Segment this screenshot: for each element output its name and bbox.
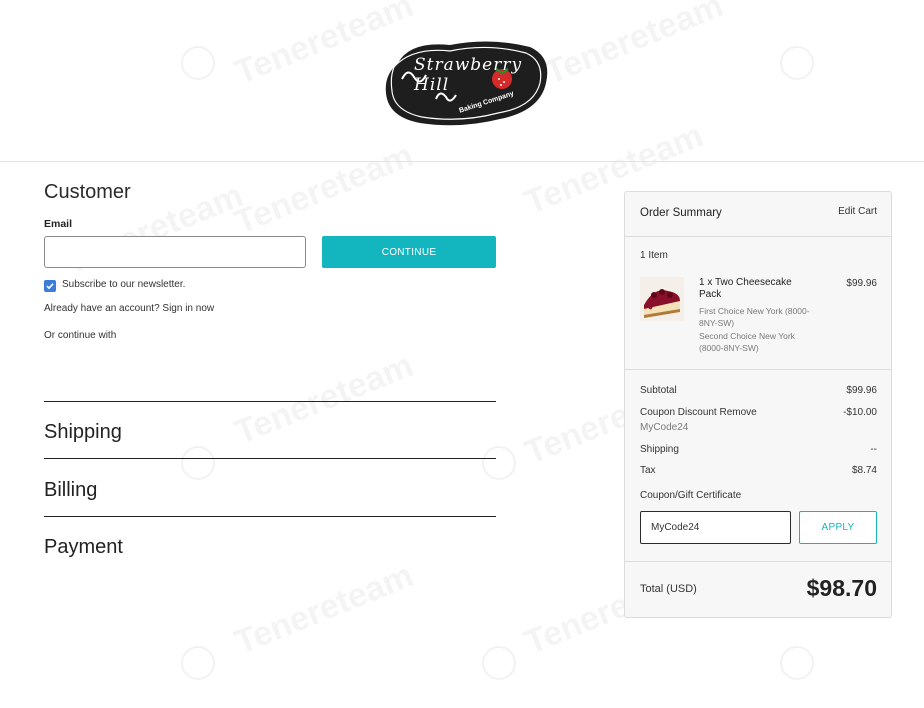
check-icon [46, 283, 54, 290]
watermark-seal-icon [181, 446, 215, 480]
item-option: Second Choice New York (8000-8NY-SW) [699, 331, 795, 353]
subtotal-value: $99.96 [846, 385, 877, 396]
item-count: 1 Item [640, 250, 668, 261]
item-option: First Choice New York (8000-8NY-SW) [699, 306, 810, 328]
coupon-code: MyCode24 [640, 422, 689, 433]
coupon-discount-label[interactable]: Coupon Discount Remove [640, 407, 757, 418]
watermark-seal-icon [780, 646, 814, 680]
store-logo[interactable]: Strawberry Hill Baking Company [380, 33, 555, 131]
edit-cart-link[interactable]: Edit Cart [838, 206, 877, 217]
item-price: $99.96 [846, 278, 877, 289]
watermark-seal-icon [482, 446, 516, 480]
cheesecake-image-icon [640, 277, 684, 321]
tax-value: $8.74 [851, 465, 877, 476]
total-value: $98.70 [806, 575, 877, 601]
subscribe-label[interactable]: Subscribe to our newsletter. [62, 279, 185, 290]
apply-button[interactable]: APPLY [799, 511, 877, 544]
shipping-value: -- [870, 444, 877, 455]
shipping-label: Shipping [640, 444, 679, 455]
payment-section-title[interactable]: Payment [44, 536, 123, 559]
section-divider [44, 516, 496, 517]
summary-divider [625, 369, 891, 370]
order-summary-title: Order Summary [640, 207, 722, 219]
email-input[interactable] [44, 236, 306, 268]
signin-link[interactable]: Already have an account? Sign in now [44, 303, 214, 314]
logo-text: Strawberry Hill [414, 55, 523, 95]
order-summary-panel: Order Summary Edit Cart 1 Item 1 x Two C… [624, 191, 892, 618]
watermark-seal-icon [181, 646, 215, 680]
summary-divider [625, 236, 891, 237]
tax-label: Tax [640, 465, 656, 476]
cheesecake-thumbnail [640, 277, 684, 321]
billing-section-title[interactable]: Billing [44, 479, 97, 502]
watermark-seal-icon [482, 646, 516, 680]
customer-section-title: Customer [44, 181, 131, 203]
coupon-discount-value: -$10.00 [843, 407, 877, 418]
shipping-section-title[interactable]: Shipping [44, 421, 122, 444]
item-name: 1 x Two Cheesecake Pack [699, 277, 792, 300]
email-label: Email [44, 218, 73, 230]
section-divider [44, 401, 496, 402]
continue-button[interactable]: CONTINUE [322, 236, 496, 268]
or-continue-text: Or continue with [44, 330, 117, 341]
gift-certificate-label: Coupon/Gift Certificate [640, 490, 742, 501]
subtotal-label: Subtotal [640, 385, 677, 396]
total-label: Total (USD) [640, 583, 697, 595]
watermark-text: Tenereteam [230, 556, 419, 663]
section-divider [44, 458, 496, 459]
watermark-text: Tenereteam [230, 346, 419, 453]
summary-divider [625, 561, 891, 562]
subscribe-checkbox[interactable] [44, 280, 56, 292]
coupon-code-input[interactable]: MyCode24 [640, 511, 791, 544]
site-header: Strawberry Hill Baking Company [0, 0, 924, 162]
